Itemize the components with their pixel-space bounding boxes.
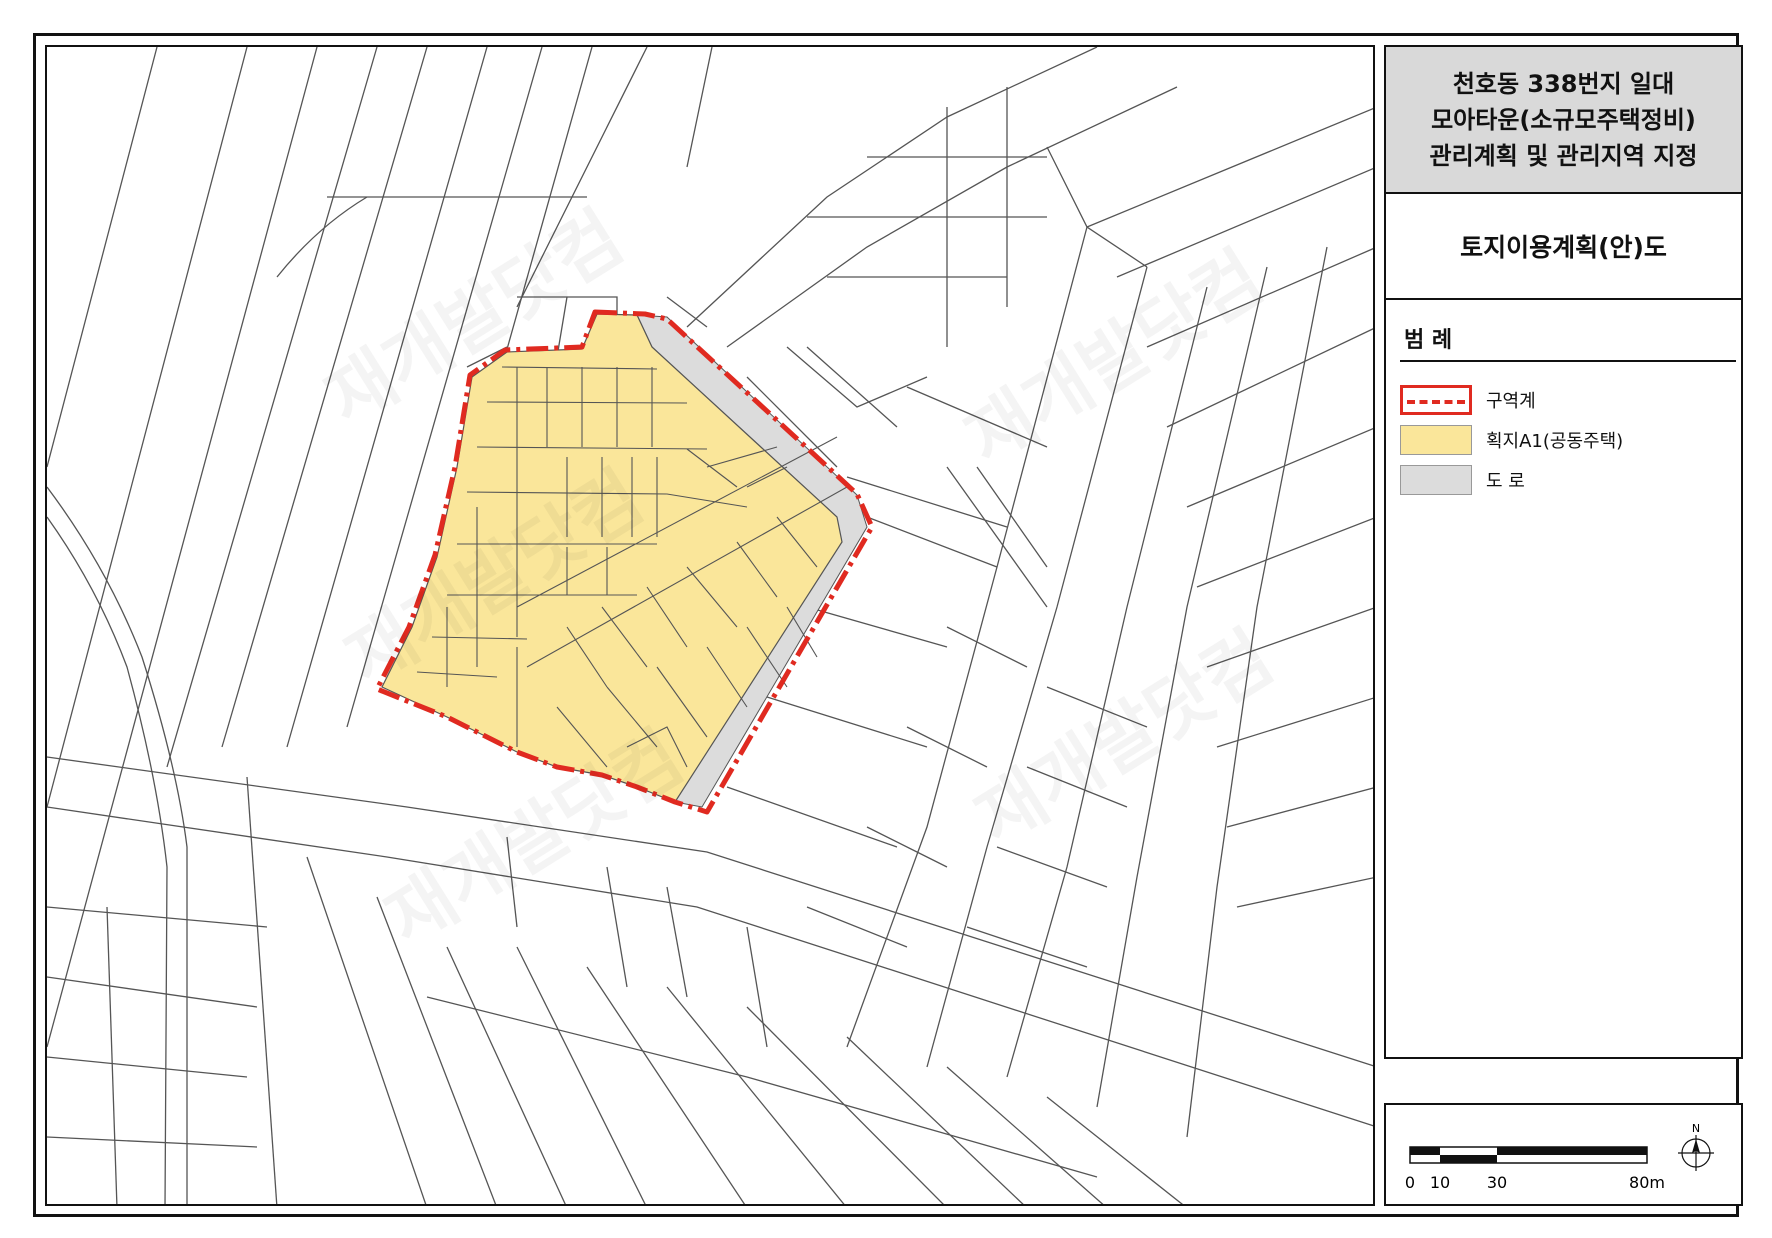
road-swatch-icon [1400, 465, 1472, 495]
title-block: 천호동 338번지 일대 모아타운(소규모주택정비) 관리계획 및 관리지역 지… [1386, 47, 1741, 194]
watermark-text: 재개발닷컴 [951, 235, 1276, 482]
title-line-2: 모아타운(소규모주택정비) [1431, 105, 1696, 134]
legend-label: 구역계 [1486, 391, 1536, 412]
title-line-1: 천호동 338번지 일대 [1452, 69, 1675, 98]
legend-item-road: 도 로 [1400, 460, 1727, 500]
title-line-3: 관리계획 및 관리지역 지정 [1429, 141, 1698, 170]
scale-tick-label: 0 [1405, 1173, 1415, 1192]
map-panel[interactable]: 재개발닷컴 재개발닷컴 재개발닷컴 재개발닷컴 재개발닷컴 [45, 45, 1375, 1206]
site-swatch-icon [1400, 425, 1472, 455]
info-panel: 천호동 338번지 일대 모아타운(소규모주택정비) 관리계획 및 관리지역 지… [1384, 45, 1743, 1059]
scale-tick-label: 10 [1430, 1173, 1450, 1192]
scale-segment [1440, 1155, 1497, 1163]
north-arrow-icon: N [1678, 1122, 1714, 1171]
map-canvas[interactable]: 재개발닷컴 재개발닷컴 재개발닷컴 재개발닷컴 재개발닷컴 [47, 47, 1375, 1206]
scale-tick-label: 30 [1487, 1173, 1507, 1192]
legend-item-boundary: 구역계 [1400, 380, 1727, 420]
scale-bar: 0 10 30 80m N [1405, 1122, 1714, 1192]
legend-label: 도 로 [1486, 471, 1525, 492]
scale-panel: 0 10 30 80m N [1384, 1103, 1743, 1206]
boundary-swatch-icon [1400, 385, 1472, 415]
scale-segment [1497, 1147, 1647, 1155]
legend-heading: 범 례 [1400, 322, 1736, 362]
map-subtitle: 토지이용계획(안)도 [1386, 194, 1741, 300]
legend: 범 례 구역계 획지A1(공동주택) 도 로 [1386, 300, 1741, 500]
legend-item-site: 획지A1(공동주택) [1400, 420, 1727, 460]
legend-label: 획지A1(공동주택) [1486, 431, 1624, 452]
north-label: N [1692, 1122, 1700, 1135]
scale-segment [1410, 1147, 1440, 1155]
scale-tick-label: 80m [1629, 1173, 1665, 1192]
